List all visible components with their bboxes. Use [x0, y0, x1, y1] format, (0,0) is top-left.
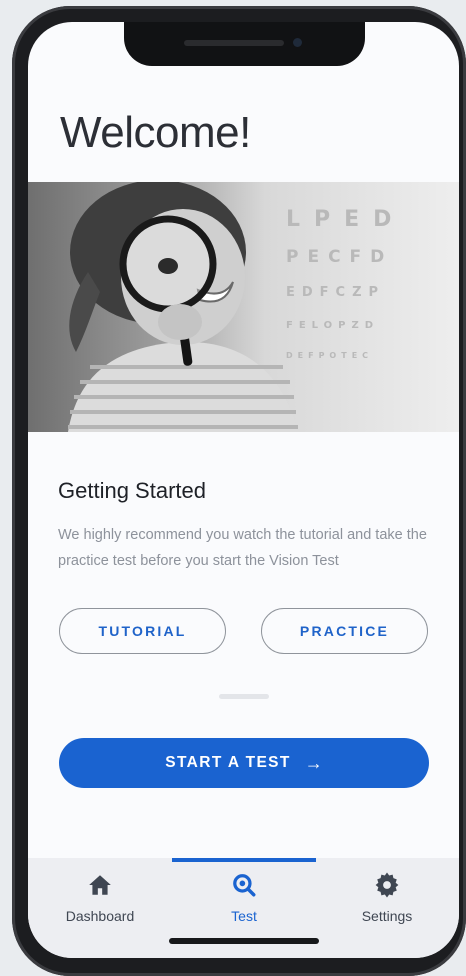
child-with-magnifier-illustration: LPED PECFD EDFCZP FELOPZD DEFPOTEC — [68, 182, 405, 432]
hero-image: LPED PECFD EDFCZP FELOPZD DEFPOTEC — [28, 182, 459, 432]
app-screen: Welcome! LPED PECFD EDFCZP FELOPZD DEFPO… — [28, 22, 459, 958]
eye-chart-row-1: LPED — [286, 207, 405, 232]
eye-chart-row-4: FELOPZD — [286, 320, 379, 331]
home-icon — [89, 875, 111, 895]
home-indicator — [169, 938, 319, 944]
gear-icon — [375, 872, 399, 898]
speaker-grille — [184, 40, 284, 46]
tab-dashboard-label: Dashboard — [65, 908, 135, 924]
eye-chart-row-3: EDFCZP — [286, 285, 385, 300]
tab-dashboard[interactable]: Dashboard — [28, 858, 172, 938]
section-title: Getting Started — [58, 478, 206, 503]
device-notch — [124, 22, 365, 66]
tab-settings-label: Settings — [361, 908, 413, 924]
arrow-right-icon: → — [304, 752, 323, 773]
page-indicator — [219, 694, 269, 699]
front-camera — [293, 38, 302, 47]
start-test-button[interactable]: START A TEST → — [59, 738, 429, 788]
section-description: We highly recommend you watch the tutori… — [58, 527, 427, 569]
tab-test-label: Test — [231, 908, 257, 924]
bottom-tab-bar: Dashboard Test Settings — [28, 858, 459, 958]
eye-chart-row-2: PECFD — [286, 247, 393, 267]
tutorial-button[interactable]: TUTORIAL — [59, 608, 226, 654]
page-title: Welcome! — [60, 108, 251, 157]
tab-test[interactable]: Test — [172, 858, 316, 938]
start-test-label: START A TEST — [165, 754, 291, 771]
magnifier-icon — [233, 874, 256, 897]
tab-settings[interactable]: Settings — [315, 858, 459, 938]
practice-button[interactable]: PRACTICE — [261, 608, 428, 654]
eye-chart-row-5: DEFPOTEC — [286, 351, 373, 360]
